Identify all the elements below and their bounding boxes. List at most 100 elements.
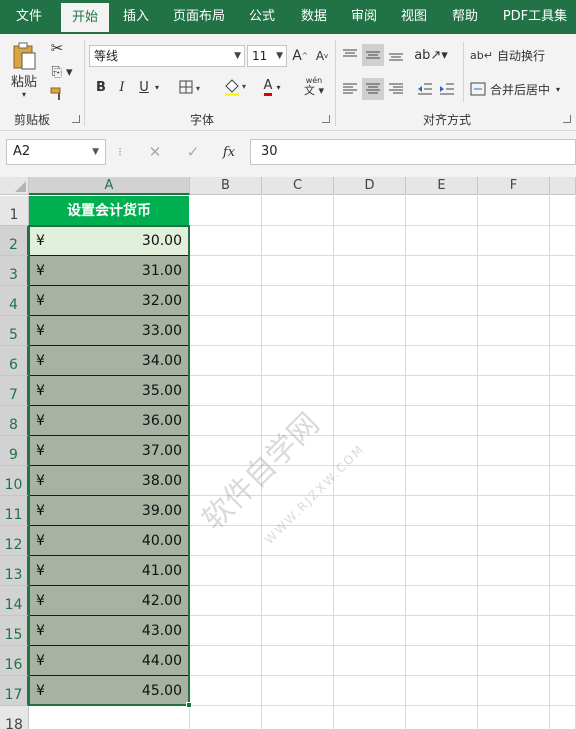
grid-cell[interactable]	[550, 286, 576, 316]
currency-cell[interactable]: ¥42.00	[29, 586, 189, 616]
row-header-14[interactable]: 14	[0, 586, 29, 616]
grid-cell[interactable]	[478, 286, 550, 316]
row-header-9[interactable]: 9	[0, 436, 29, 466]
wrap-text-button[interactable]: ab↵ 自动换行	[470, 44, 550, 66]
grid-cell[interactable]	[190, 376, 262, 406]
tab-home[interactable]: 开始	[61, 3, 109, 34]
grid-cell[interactable]	[406, 556, 478, 586]
grid-cell[interactable]	[262, 316, 334, 346]
row-header-8[interactable]: 8	[0, 406, 29, 436]
grid-cell[interactable]	[478, 676, 550, 706]
tab-pdf-tools[interactable]: PDF工具集	[494, 0, 576, 34]
grid-cell[interactable]	[262, 586, 334, 616]
merge-center-button[interactable]: 合并后居中 ▾	[470, 78, 570, 100]
row-header-4[interactable]: 4	[0, 286, 29, 316]
currency-cell[interactable]: ¥38.00	[29, 466, 189, 496]
grid-cell[interactable]	[406, 406, 478, 436]
orientation-icon[interactable]: ab↗▾	[414, 44, 448, 66]
grid-cell[interactable]	[334, 616, 406, 646]
grid-cell[interactable]	[478, 316, 550, 346]
grid-cell[interactable]	[406, 646, 478, 676]
grid-cell[interactable]	[550, 616, 576, 646]
currency-cell[interactable]: ¥37.00	[29, 436, 189, 466]
grid-cell[interactable]	[190, 676, 262, 706]
copy-icon[interactable]: ⎘ ▾	[47, 62, 77, 82]
grid-cell[interactable]	[190, 526, 262, 556]
row-header-1[interactable]: 1	[0, 196, 29, 226]
grid-cell[interactable]	[478, 346, 550, 376]
align-top-icon[interactable]	[340, 44, 360, 66]
grid-cell[interactable]	[478, 646, 550, 676]
grid-cell[interactable]	[550, 346, 576, 376]
grid-cell[interactable]	[334, 646, 406, 676]
grid-cell[interactable]	[550, 706, 576, 729]
row-header-16[interactable]: 16	[0, 646, 29, 676]
name-box[interactable]: A2 ▼	[6, 139, 106, 165]
clipboard-launcher-icon[interactable]	[72, 115, 80, 123]
grid-cell[interactable]	[478, 226, 550, 256]
column-header-c[interactable]: C	[262, 177, 334, 195]
grid-cell[interactable]	[262, 436, 334, 466]
underline-button[interactable]: U	[136, 76, 152, 98]
increase-font-size-icon[interactable]: A ^	[291, 45, 309, 67]
row-header-5[interactable]: 5	[0, 316, 29, 346]
row-header-3[interactable]: 3	[0, 256, 29, 286]
grid-cell[interactable]	[334, 676, 406, 706]
column-header-a[interactable]: A	[29, 177, 190, 195]
column-header-partial[interactable]	[550, 177, 576, 195]
grid-cell[interactable]	[262, 526, 334, 556]
grid-cell[interactable]	[190, 586, 262, 616]
font-size-select[interactable]: 11 ▼	[247, 45, 287, 67]
grid-cell[interactable]	[550, 226, 576, 256]
grid-cell[interactable]	[262, 196, 334, 226]
tab-view[interactable]: 视图	[390, 0, 438, 34]
grid-cell[interactable]	[334, 466, 406, 496]
grid-cell[interactable]	[190, 256, 262, 286]
grid-cell[interactable]	[190, 286, 262, 316]
grid-cell[interactable]	[334, 316, 406, 346]
currency-cell[interactable]: ¥30.00	[29, 226, 189, 256]
italic-button[interactable]: I	[114, 76, 130, 98]
grid-cell[interactable]	[550, 256, 576, 286]
header-cell-a1[interactable]: 设置会计货币	[29, 196, 189, 226]
row-header-2[interactable]: 2	[0, 226, 29, 256]
grid-cell[interactable]	[334, 376, 406, 406]
grid-cell[interactable]	[406, 436, 478, 466]
grid-cell[interactable]	[334, 196, 406, 226]
grid-cell[interactable]	[478, 196, 550, 226]
grid-cell[interactable]	[406, 196, 478, 226]
alignment-launcher-icon[interactable]	[563, 115, 571, 123]
grid-cell[interactable]	[190, 436, 262, 466]
grid-cell[interactable]	[406, 706, 478, 729]
grid-cell[interactable]	[262, 706, 334, 729]
grid-cell[interactable]	[406, 286, 478, 316]
grid-cell[interactable]	[478, 496, 550, 526]
align-middle-icon[interactable]	[362, 44, 384, 66]
worksheet-grid[interactable]: ABCDEF 1 2 3 4 5 6 7 8 9 10 11 12 13 14 15 16 17 18 设置会计货…	[0, 177, 576, 729]
grid-cell[interactable]	[262, 616, 334, 646]
currency-cell[interactable]: ¥34.00	[29, 346, 189, 376]
grid-cell[interactable]	[406, 226, 478, 256]
grid-cell[interactable]	[550, 316, 576, 346]
align-center-icon[interactable]	[362, 78, 384, 100]
currency-cell[interactable]: ¥45.00	[29, 676, 189, 706]
grid-cell[interactable]	[550, 436, 576, 466]
tab-help[interactable]: 帮助	[441, 0, 489, 34]
grid-cell[interactable]	[550, 466, 576, 496]
grid-cell[interactable]	[550, 646, 576, 676]
column-header-f[interactable]: F	[478, 177, 550, 195]
tab-insert[interactable]: 插入	[112, 0, 160, 34]
grid-cell[interactable]	[262, 466, 334, 496]
grid-cell[interactable]	[190, 196, 262, 226]
increase-indent-icon[interactable]	[437, 78, 457, 100]
align-right-icon[interactable]	[386, 78, 406, 100]
grid-cell[interactable]	[334, 706, 406, 729]
align-bottom-icon[interactable]	[386, 44, 406, 66]
currency-cell[interactable]: ¥31.00	[29, 256, 189, 286]
grid-cell[interactable]	[262, 346, 334, 376]
grid-cell[interactable]	[550, 556, 576, 586]
align-left-icon[interactable]	[340, 78, 360, 100]
select-all-button[interactable]	[0, 177, 29, 195]
bold-button[interactable]: B	[93, 76, 109, 98]
grid-cell[interactable]	[550, 586, 576, 616]
